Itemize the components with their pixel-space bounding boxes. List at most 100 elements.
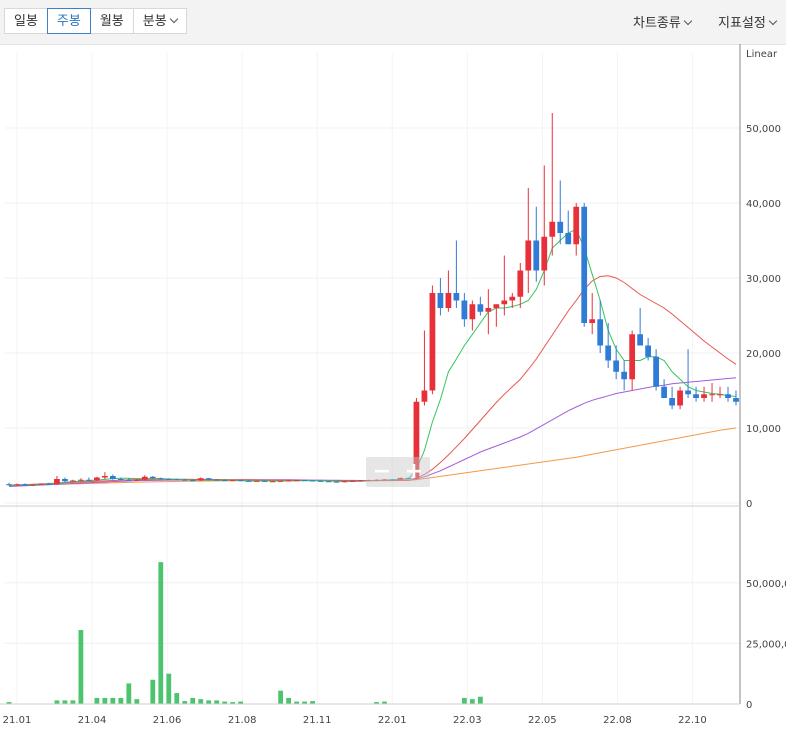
- x-tick-label: 21.11: [303, 715, 332, 726]
- candle-body: [101, 476, 108, 478]
- candle-body: [22, 484, 28, 486]
- candle-body: [285, 480, 292, 482]
- ma20-line: [8, 275, 737, 486]
- zoom-controls: − +: [366, 457, 430, 487]
- candle: [581, 203, 588, 327]
- scale-mode-label[interactable]: Linear: [746, 49, 778, 60]
- candle: [613, 345, 620, 380]
- chart-type-menu[interactable]: 차트종류: [633, 12, 693, 31]
- candle: [517, 263, 524, 308]
- candle-body: [549, 221, 556, 237]
- candle-body: [309, 480, 316, 482]
- tab-daily[interactable]: 일봉: [4, 8, 48, 34]
- candle-body: [165, 479, 172, 480]
- candle-body: [30, 484, 36, 486]
- volume-bar: [94, 697, 100, 704]
- volume-bar: [78, 630, 84, 704]
- candle-body: [573, 206, 580, 245]
- candle: [557, 180, 564, 245]
- candle: [661, 379, 667, 398]
- candle: [685, 349, 691, 398]
- price-candles: [6, 113, 739, 486]
- candle-body: [701, 394, 707, 398]
- candle: [485, 289, 492, 335]
- chevron-down-icon: [169, 14, 178, 24]
- candle-body: [589, 319, 596, 323]
- candle-body: [565, 233, 572, 245]
- candle: [653, 349, 659, 391]
- candle-body: [277, 480, 284, 482]
- volume-bar: [286, 697, 292, 704]
- candle-body: [93, 477, 100, 481]
- candle-body: [693, 394, 699, 398]
- x-tick-label: 22.05: [528, 715, 557, 726]
- volume-bar: [70, 700, 76, 704]
- volume-bar: [198, 699, 204, 704]
- candle-body: [78, 479, 84, 481]
- price-tick-label: 30,000: [746, 274, 781, 285]
- indicator-settings-label: 지표설정: [718, 16, 766, 31]
- price-tick-label: 50,000: [746, 124, 781, 135]
- candle-body: [181, 479, 188, 481]
- x-tick-label: 22.03: [453, 715, 482, 726]
- candle: [493, 304, 500, 327]
- candle: [453, 240, 460, 308]
- candle-body: [525, 240, 532, 271]
- candle-body: [46, 483, 52, 485]
- candle-body: [517, 270, 524, 297]
- candle-body: [629, 334, 636, 380]
- chart-toolbar: 일봉 주봉 월봉 분봉 차트종류 지표설정: [0, 0, 786, 45]
- volume-bar: [134, 699, 140, 704]
- candle: [429, 285, 436, 395]
- price-tick-label: 10,000: [746, 424, 781, 435]
- candle: [629, 330, 636, 391]
- price-tick-label: 40,000: [746, 199, 781, 210]
- candle: [725, 386, 731, 402]
- candle-body: [485, 308, 492, 312]
- volume-tick-label: 50,000,00: [746, 579, 786, 590]
- x-tick-label: 22.08: [603, 715, 632, 726]
- volume-bar: [278, 690, 284, 704]
- chevron-down-icon: [683, 16, 693, 26]
- zoom-out-button[interactable]: −: [366, 457, 398, 487]
- candle-body: [70, 480, 76, 482]
- candle: [62, 477, 68, 482]
- tab-minute[interactable]: 분봉: [132, 8, 187, 34]
- volume-bar: [62, 700, 68, 704]
- candle: [637, 308, 644, 346]
- candle: [669, 386, 675, 410]
- volume-bar: [150, 679, 156, 704]
- candle: [469, 300, 476, 331]
- candle-body: [109, 476, 116, 479]
- candle-body: [605, 345, 612, 361]
- candle-body: [421, 390, 428, 402]
- candle-body: [205, 478, 212, 480]
- price-tick-label: 0: [746, 499, 752, 510]
- candle-body: [581, 206, 588, 323]
- volume-bar: [190, 697, 196, 704]
- candle: [141, 475, 148, 481]
- candle: [109, 474, 116, 480]
- candle-body: [637, 334, 644, 346]
- candle-body: [54, 479, 60, 485]
- x-tick-label: 21.01: [3, 715, 32, 726]
- candle-body: [533, 240, 540, 271]
- candle-body: [149, 476, 156, 479]
- x-tick-label: 21.08: [228, 715, 257, 726]
- candle-body: [293, 480, 300, 482]
- candle-body: [261, 480, 268, 482]
- candle: [437, 278, 444, 316]
- candle: [461, 293, 468, 327]
- indicator-settings-menu[interactable]: 지표설정: [718, 12, 778, 31]
- stock-chart[interactable]: 0 10,000 20,000 30,000 40,000 50,000 0 25,000,0…: [0, 44, 786, 733]
- tab-weekly[interactable]: 주봉: [46, 8, 91, 34]
- candle-body: [493, 304, 500, 308]
- tab-monthly[interactable]: 월봉: [89, 8, 134, 34]
- candle-body: [14, 484, 20, 486]
- candle: [589, 293, 596, 335]
- period-tabs: 일봉 주봉 월봉 분봉: [4, 8, 187, 34]
- candle-body: [677, 390, 683, 406]
- volume-bar: [461, 697, 467, 704]
- candle: [573, 203, 580, 256]
- zoom-in-button[interactable]: +: [398, 457, 430, 487]
